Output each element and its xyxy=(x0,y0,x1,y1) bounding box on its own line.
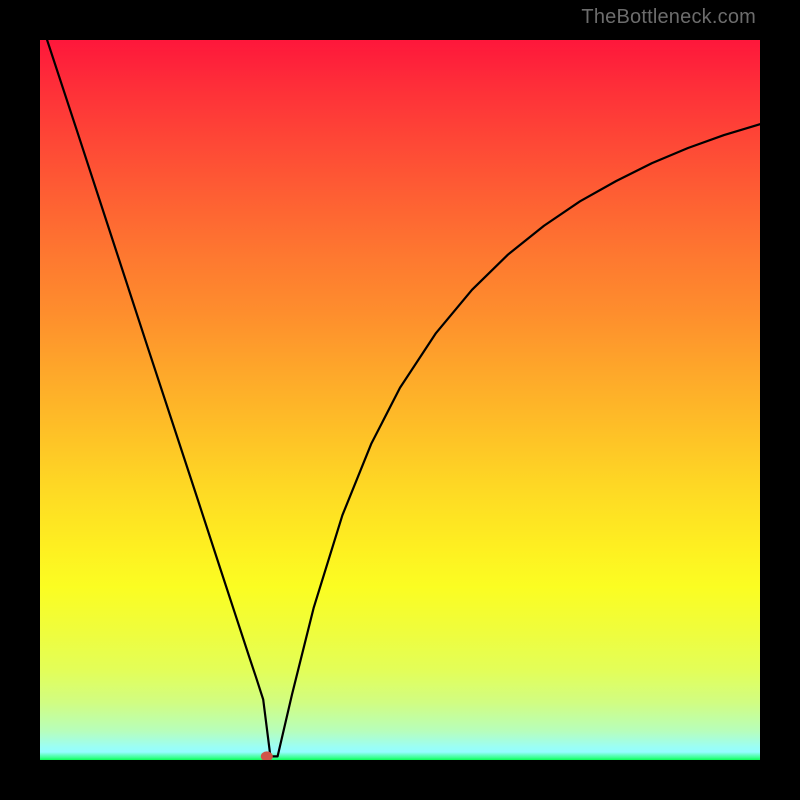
plot-area xyxy=(40,40,760,760)
bottleneck-curve xyxy=(40,40,760,756)
curve-svg xyxy=(40,40,760,760)
watermark-text: TheBottleneck.com xyxy=(581,6,756,29)
bottleneck-chart: TheBottleneck.com xyxy=(0,0,800,800)
